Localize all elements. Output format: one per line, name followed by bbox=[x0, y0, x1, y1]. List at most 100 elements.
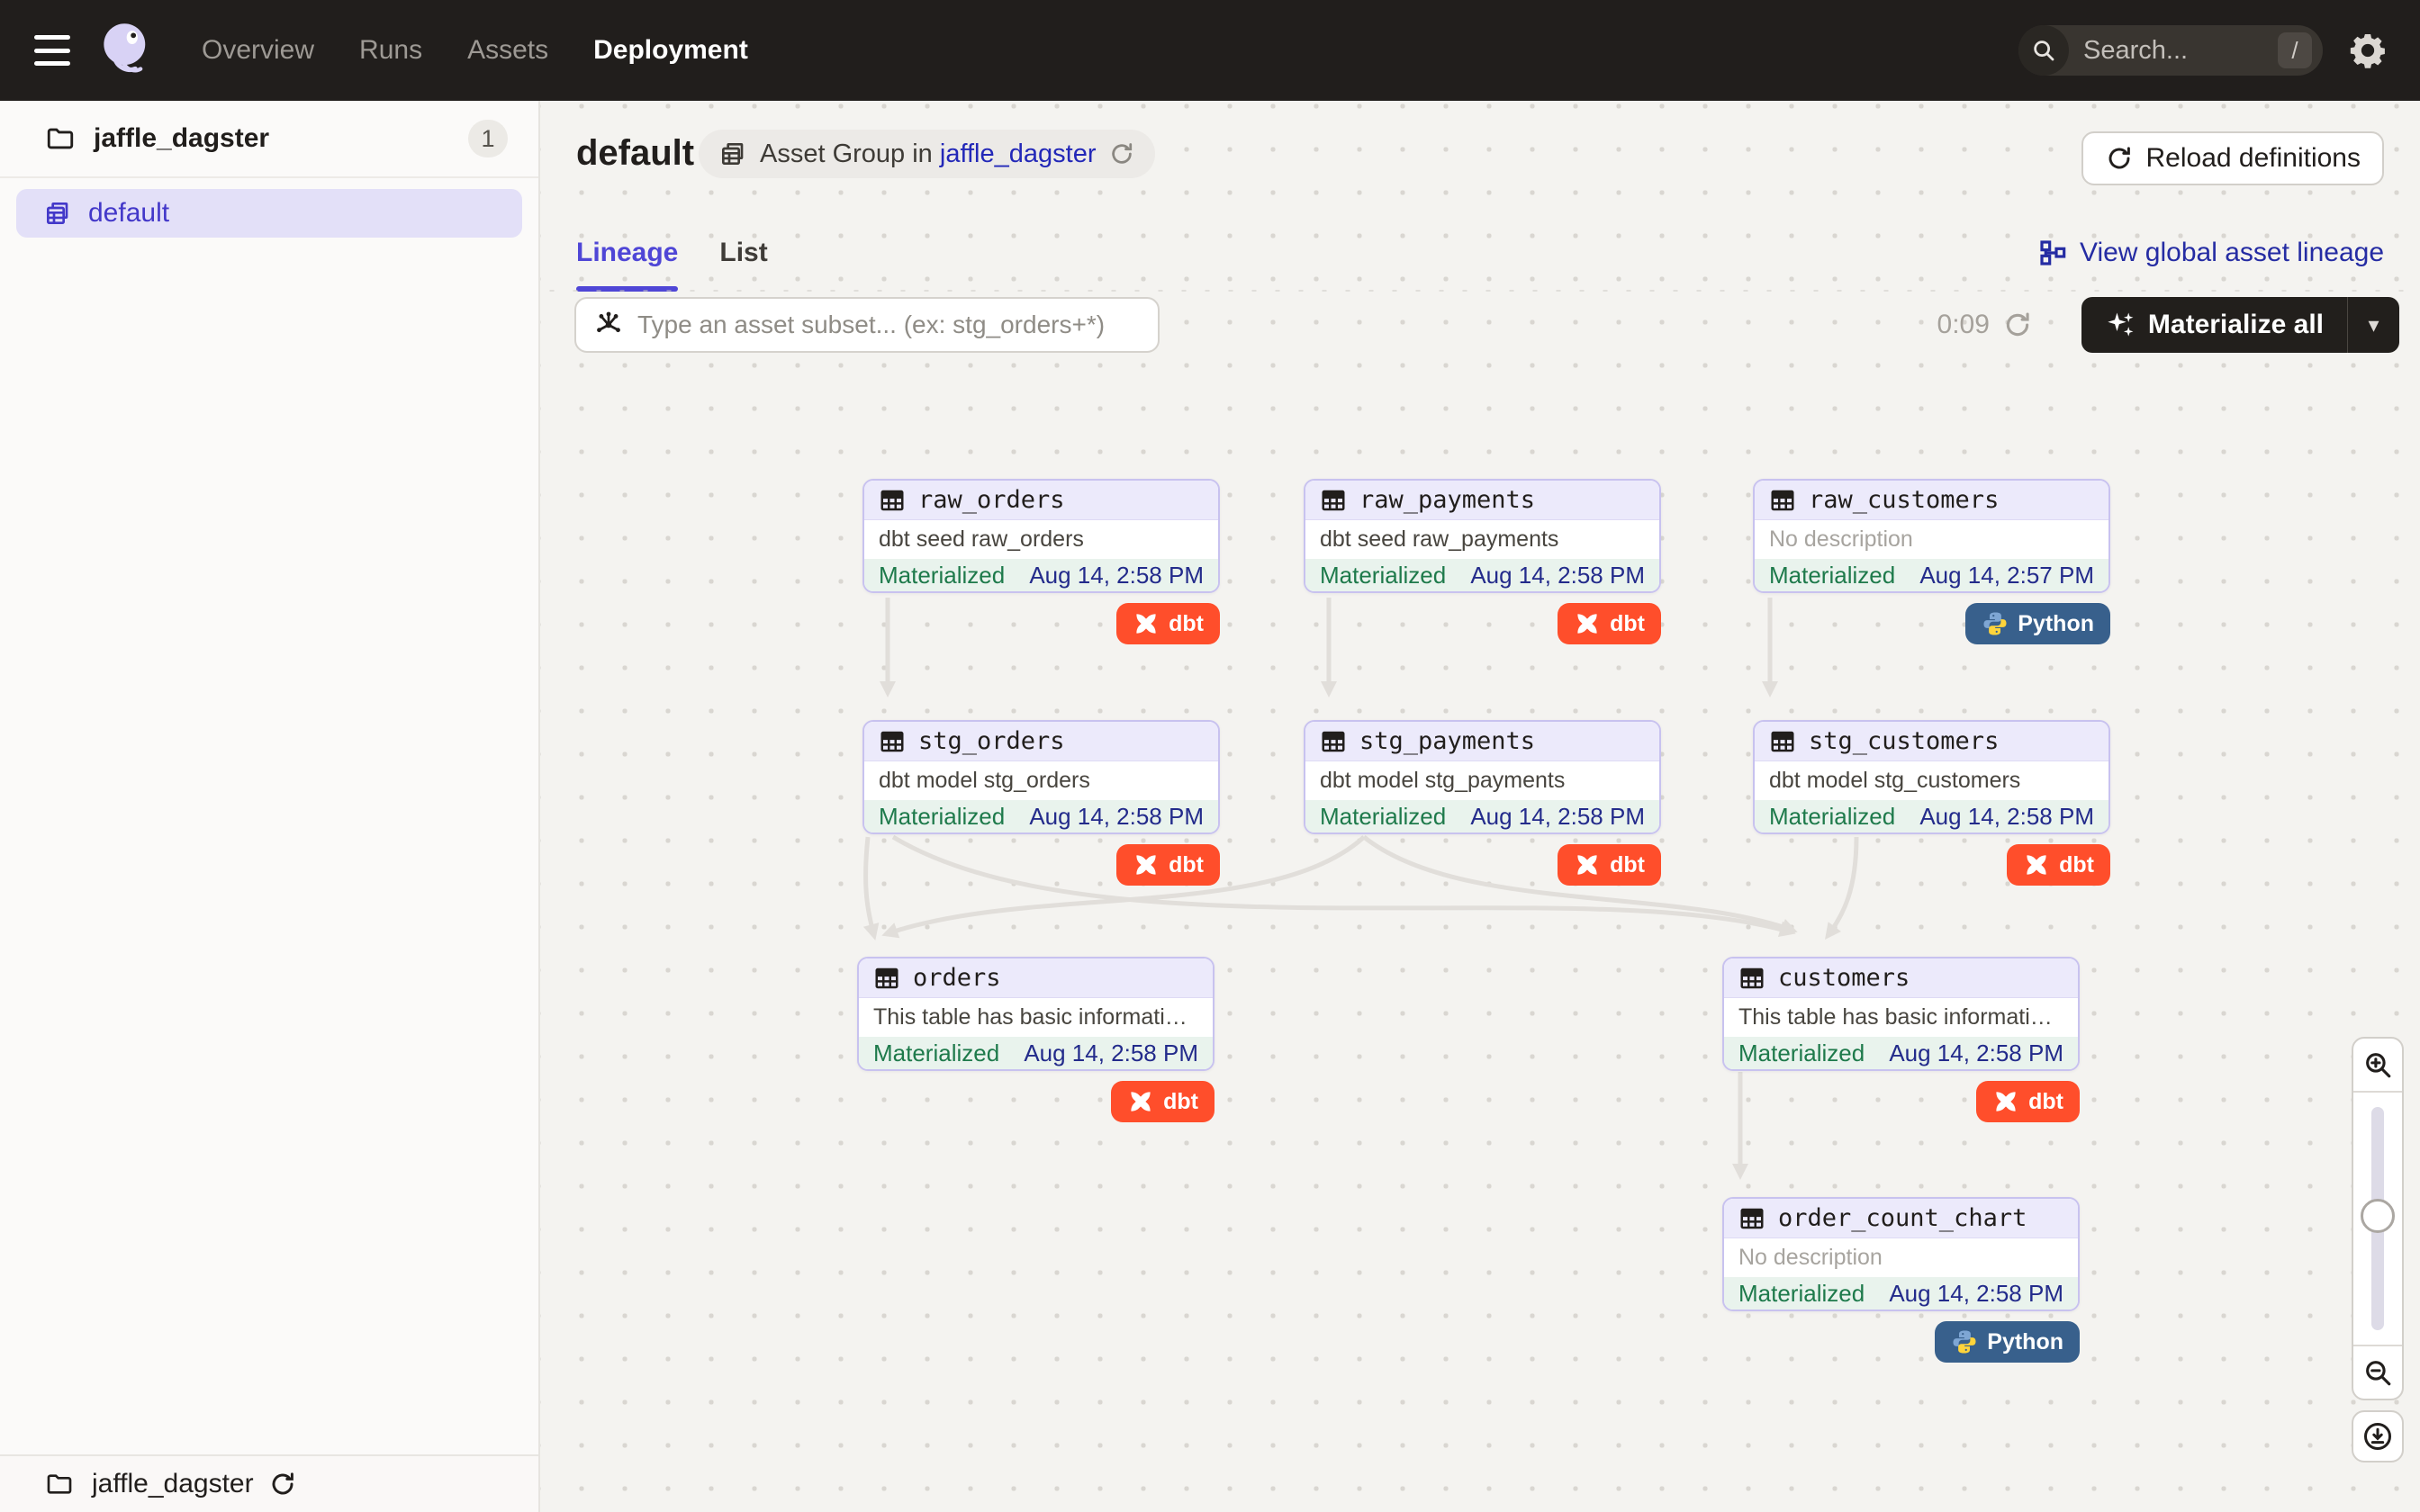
dagster-logo-icon[interactable] bbox=[95, 18, 157, 83]
repo-count-badge: 1 bbox=[468, 120, 508, 158]
dbt-logo-icon bbox=[2023, 851, 2050, 878]
table-icon bbox=[1738, 1205, 1765, 1232]
asset-name: order_count_chart bbox=[1778, 1204, 2027, 1232]
materialized-timestamp[interactable]: Aug 14, 2:58 PM bbox=[1889, 1280, 2063, 1308]
zoom-out-icon bbox=[2362, 1357, 2393, 1388]
table-icon bbox=[879, 487, 906, 514]
nav-item-deployment[interactable]: Deployment bbox=[593, 35, 748, 66]
compute-kind-badge[interactable]: dbt bbox=[1558, 844, 1661, 886]
view-global-asset-lineage-link[interactable]: View global asset lineage bbox=[2038, 238, 2384, 268]
materialized-timestamp[interactable]: Aug 14, 2:58 PM bbox=[1029, 562, 1204, 590]
nav-item-runs[interactable]: Runs bbox=[359, 35, 422, 66]
asset-node-raw-customers[interactable]: raw_customers No description Materialize… bbox=[1753, 479, 2110, 593]
zoom-slider[interactable] bbox=[2353, 1091, 2402, 1346]
lineage-graph-icon bbox=[2038, 238, 2067, 267]
materialize-options-dropdown[interactable]: ▾ bbox=[2347, 297, 2399, 353]
materialized-timestamp[interactable]: Aug 14, 2:58 PM bbox=[1029, 803, 1204, 831]
asset-node-orders[interactable]: orders This table has basic information … bbox=[857, 957, 1215, 1071]
sidebar-repo-jaffle-dagster[interactable]: jaffle_dagster 1 bbox=[0, 101, 538, 178]
badge-label: Python bbox=[2018, 611, 2094, 637]
materialized-timestamp[interactable]: Aug 14, 2:57 PM bbox=[1919, 562, 2094, 590]
settings-gear-icon[interactable] bbox=[2348, 31, 2388, 70]
compute-kind-badge[interactable]: dbt bbox=[1116, 603, 1220, 644]
asset-group-context-pill: Asset Group in jaffle_dagster bbox=[699, 130, 1155, 178]
zoom-slider-handle[interactable] bbox=[2361, 1199, 2395, 1233]
status-label: Materialized bbox=[1738, 1040, 1865, 1067]
refresh-icon[interactable] bbox=[1108, 140, 1135, 167]
materialize-all-button[interactable]: Materialize all bbox=[2081, 297, 2347, 353]
status-label: Materialized bbox=[1320, 803, 1446, 831]
badge-label: Python bbox=[1987, 1329, 2063, 1355]
materialize-all-split-button: Materialize all ▾ bbox=[2081, 297, 2399, 353]
asset-name: stg_payments bbox=[1359, 727, 1535, 755]
top-nav-bar: Overview Runs Assets Deployment Search..… bbox=[0, 0, 2420, 101]
zoom-in-icon bbox=[2362, 1049, 2393, 1080]
asset-node-customers[interactable]: customers This table has basic informati… bbox=[1722, 957, 2080, 1071]
compute-kind-badge[interactable]: dbt bbox=[1111, 1081, 1215, 1122]
asset-node-order-count-chart[interactable]: order_count_chart No description Materia… bbox=[1722, 1197, 2080, 1311]
nav-item-assets[interactable]: Assets bbox=[467, 35, 548, 66]
badge-label: dbt bbox=[1169, 852, 1204, 878]
page-title: default bbox=[576, 133, 694, 174]
tab-lineage[interactable]: Lineage bbox=[576, 238, 678, 292]
asset-subset-filter[interactable] bbox=[574, 297, 1160, 353]
status-label: Materialized bbox=[1769, 562, 1895, 590]
download-icon bbox=[2361, 1420, 2394, 1453]
nav-item-overview[interactable]: Overview bbox=[202, 35, 314, 66]
asset-node-stg-orders[interactable]: stg_orders dbt model stg_orders Material… bbox=[862, 720, 1220, 834]
tab-list[interactable]: List bbox=[719, 238, 767, 292]
search-icon bbox=[2018, 25, 2069, 76]
badge-label: dbt bbox=[1169, 611, 1204, 637]
zoom-in-button[interactable] bbox=[2353, 1039, 2402, 1091]
asset-description: dbt model stg_customers bbox=[1769, 768, 2020, 794]
global-search-input[interactable]: Search... / bbox=[2018, 25, 2323, 76]
zoom-out-button[interactable] bbox=[2353, 1346, 2402, 1399]
chevron-down-icon: ▾ bbox=[2368, 312, 2379, 338]
refresh-icon[interactable] bbox=[268, 1470, 297, 1498]
reload-definitions-button[interactable]: Reload definitions bbox=[2081, 131, 2385, 185]
python-logo-icon bbox=[1951, 1328, 1978, 1355]
table-icon bbox=[1769, 728, 1796, 755]
badge-label: dbt bbox=[1610, 611, 1645, 637]
asset-subset-input[interactable] bbox=[637, 310, 1142, 339]
materialized-timestamp[interactable]: Aug 14, 2:58 PM bbox=[1919, 803, 2094, 831]
asset-description: dbt seed raw_payments bbox=[1320, 526, 1558, 553]
zoom-controls bbox=[2352, 1037, 2404, 1400]
download-image-button[interactable] bbox=[2352, 1410, 2404, 1462]
table-icon bbox=[873, 965, 900, 992]
asset-name: stg_orders bbox=[918, 727, 1065, 755]
compute-kind-badge[interactable]: Python bbox=[1965, 603, 2110, 644]
materialized-timestamp[interactable]: Aug 14, 2:58 PM bbox=[1470, 803, 1645, 831]
asset-node-stg-customers[interactable]: stg_customers dbt model stg_customers Ma… bbox=[1753, 720, 2110, 834]
materialized-timestamp[interactable]: Aug 14, 2:58 PM bbox=[1470, 562, 1645, 590]
status-label: Materialized bbox=[879, 562, 1005, 590]
dbt-logo-icon bbox=[1127, 1088, 1154, 1115]
dbt-logo-icon bbox=[1574, 851, 1601, 878]
refresh-icon[interactable] bbox=[2002, 310, 2033, 340]
asset-node-raw-orders[interactable]: raw_orders dbt seed raw_orders Materiali… bbox=[862, 479, 1220, 593]
hamburger-menu-icon[interactable] bbox=[34, 35, 70, 66]
table-icon bbox=[1769, 487, 1796, 514]
asset-description: This table has basic information about .… bbox=[873, 1004, 1198, 1030]
status-label: Materialized bbox=[879, 803, 1005, 831]
asset-description: This table has basic information about .… bbox=[1738, 1004, 2063, 1030]
compute-kind-badge[interactable]: dbt bbox=[1116, 844, 1220, 886]
asset-node-raw-payments[interactable]: raw_payments dbt seed raw_payments Mater… bbox=[1304, 479, 1661, 593]
asset-description: dbt seed raw_orders bbox=[879, 526, 1084, 553]
asset-description: No description bbox=[1769, 526, 1913, 553]
status-label: Materialized bbox=[1769, 803, 1895, 831]
asset-node-stg-payments[interactable]: stg_payments dbt model stg_payments Mate… bbox=[1304, 720, 1661, 834]
context-repo-link[interactable]: jaffle_dagster bbox=[940, 140, 1097, 168]
compute-kind-badge[interactable]: Python bbox=[1935, 1321, 2080, 1363]
materialized-timestamp[interactable]: Aug 14, 2:58 PM bbox=[1024, 1040, 1198, 1067]
repo-name: jaffle_dagster bbox=[94, 123, 269, 154]
compute-kind-badge[interactable]: dbt bbox=[2007, 844, 2110, 886]
compute-kind-badge[interactable]: dbt bbox=[1976, 1081, 2080, 1122]
badge-label: dbt bbox=[1163, 1089, 1198, 1115]
materialized-timestamp[interactable]: Aug 14, 2:58 PM bbox=[1889, 1040, 2063, 1067]
python-logo-icon bbox=[1982, 610, 2009, 637]
asset-group-main: default Asset Group in jaffle_dagster Re… bbox=[540, 101, 2420, 1512]
context-label: Asset Group in bbox=[760, 140, 933, 168]
sidebar-item-default-group[interactable]: default bbox=[16, 189, 522, 238]
compute-kind-badge[interactable]: dbt bbox=[1558, 603, 1661, 644]
